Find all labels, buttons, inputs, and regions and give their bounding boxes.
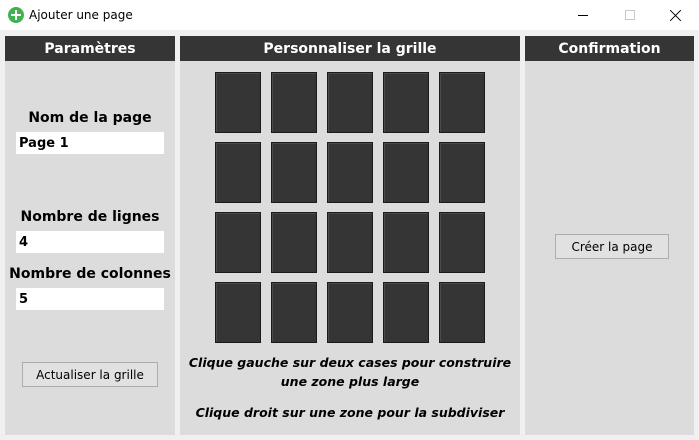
grid-header: Personnaliser la grille <box>180 36 520 61</box>
minimize-button[interactable] <box>560 0 606 30</box>
layout-grid <box>215 72 485 343</box>
columns-input[interactable] <box>16 288 164 310</box>
merge-hint-line1: Clique gauche sur deux cases pour constr… <box>188 355 512 370</box>
close-button[interactable] <box>653 0 699 30</box>
grid-cell[interactable] <box>215 72 261 133</box>
close-icon <box>670 9 682 21</box>
minimize-icon <box>578 14 588 16</box>
rows-label: Nombre de lignes <box>20 209 160 225</box>
create-page-button[interactable]: Créer la page <box>555 234 669 259</box>
rows-input[interactable] <box>16 231 164 253</box>
page-name-input[interactable] <box>16 132 164 154</box>
grid-cell[interactable] <box>271 72 317 133</box>
grid-cell[interactable] <box>439 282 485 343</box>
grid-cell[interactable] <box>327 282 373 343</box>
grid-cell[interactable] <box>215 142 261 203</box>
maximize-icon <box>625 10 635 20</box>
grid-cell[interactable] <box>439 142 485 203</box>
grid-cell[interactable] <box>439 212 485 273</box>
grid-cell[interactable] <box>383 142 429 203</box>
grid-cell[interactable] <box>271 142 317 203</box>
grid-cell[interactable] <box>383 212 429 273</box>
grid-panel: Personnaliser la grille Clique gauche su… <box>180 36 520 435</box>
grid-cell[interactable] <box>215 212 261 273</box>
refresh-grid-button[interactable]: Actualiser la grille <box>22 362 158 387</box>
parameters-panel: Paramètres Nom de la page Nombre de lign… <box>5 36 175 435</box>
maximize-button[interactable] <box>607 0 653 30</box>
parameters-header: Paramètres <box>5 36 175 61</box>
page-name-label: Nom de la page <box>28 110 152 126</box>
grid-cell[interactable] <box>383 72 429 133</box>
window-title: Ajouter une page <box>29 8 133 22</box>
grid-cell[interactable] <box>383 282 429 343</box>
split-hint: Clique droit sur une zone pour la subdiv… <box>195 405 505 420</box>
confirmation-header: Confirmation <box>525 36 694 61</box>
grid-cell[interactable] <box>271 212 317 273</box>
columns-label: Nombre de colonnes <box>9 266 171 282</box>
grid-cell[interactable] <box>439 72 485 133</box>
grid-cell[interactable] <box>327 212 373 273</box>
merge-hint-line2: une zone plus large <box>280 374 420 389</box>
grid-cell[interactable] <box>327 142 373 203</box>
add-circle-icon <box>8 7 24 23</box>
grid-cell[interactable] <box>327 72 373 133</box>
confirmation-panel: Confirmation Créer la page <box>525 36 694 435</box>
grid-cell[interactable] <box>215 282 261 343</box>
title-bar: Ajouter une page <box>0 0 699 30</box>
grid-cell[interactable] <box>271 282 317 343</box>
